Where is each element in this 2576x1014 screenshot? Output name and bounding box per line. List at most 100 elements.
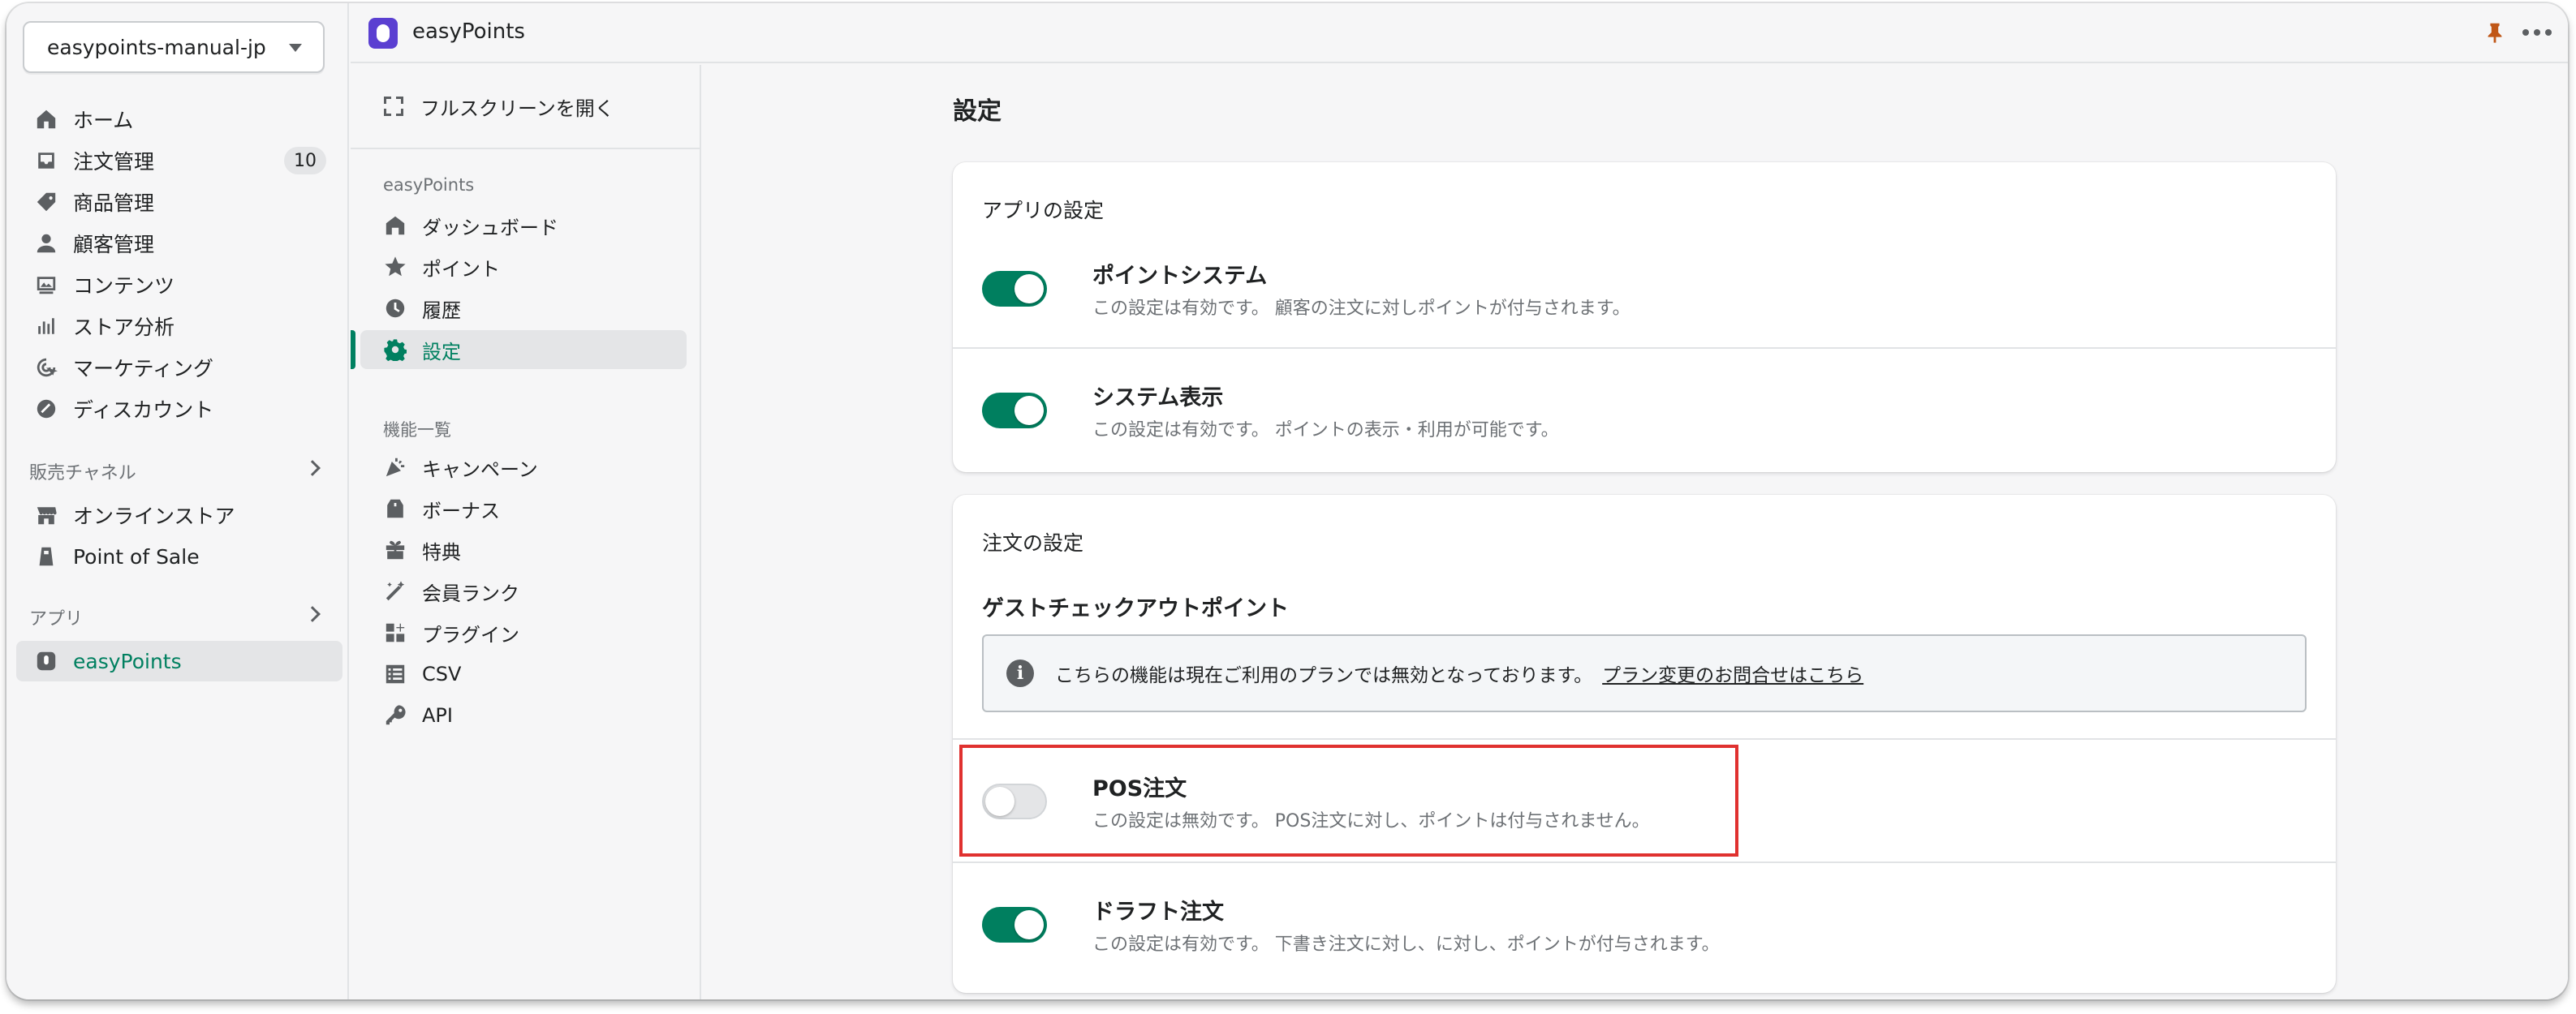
nav-label: ストア分析 (73, 316, 175, 339)
app-nav-csv[interactable]: CSV (360, 655, 687, 694)
app-nav-campaign[interactable]: キャンペーン (360, 448, 687, 487)
plan-notice-banner: i こちらの機能は現在ご利用のプランでは無効となっております。 プラン変更のお問… (982, 634, 2307, 712)
more-options-icon[interactable] (2522, 21, 2552, 44)
app-nav-points[interactable]: ポイント (360, 247, 687, 286)
setting-description: この設定は有効です。 下書き注文に対し、に対し、ポイントが付与されます。 (1092, 935, 1720, 955)
nav-item-online-store[interactable]: オンラインストア (16, 495, 342, 535)
fullscreen-button[interactable]: フルスクリーンを開く (351, 65, 700, 149)
setting-title: ドラフト注文 (1092, 900, 1224, 925)
app-nav-rewards[interactable]: 特典 (360, 531, 687, 569)
apps-label: アプリ (29, 609, 84, 629)
fullscreen-icon (384, 97, 403, 116)
nav-item-content[interactable]: コンテンツ (16, 264, 342, 305)
app-nav-api[interactable]: API (360, 696, 687, 735)
setting-row-point-system: ポイントシステム この設定は有効です。 顧客の注文に対しポイントが付与されます。 (953, 226, 2336, 347)
app-nav-label: プラグイン (422, 623, 519, 647)
nav-item-home[interactable]: ホーム (16, 99, 342, 140)
tag-icon (34, 190, 58, 214)
inbox-icon (34, 148, 58, 173)
list-icon (383, 662, 407, 686)
admin-sidebar: easypoints-manual-jp ホーム 注文管理 10 商品管理 顧客… (6, 3, 349, 999)
app-sidebar: フルスクリーンを開く easyPoints ダッシュボード ポイント 履歴 設定… (351, 65, 701, 999)
home-icon (34, 107, 58, 131)
app-settings-card: アプリの設定 ポイントシステム この設定は有効です。 顧客の注文に対しポイントが… (953, 162, 2336, 472)
features-section-heading: 機能一覧 (383, 420, 451, 440)
active-indicator (351, 330, 355, 369)
app-nav-label: 履歴 (422, 299, 461, 322)
main-content: 設定 アプリの設定 ポイントシステム この設定は有効です。 顧客の注文に対しポイ… (703, 65, 2568, 999)
bar-chart-icon (34, 314, 58, 338)
app-nav-settings[interactable]: 設定 (351, 330, 687, 369)
store-name: easypoints-manual-jp (47, 35, 266, 59)
app-nav-label: 特典 (422, 540, 461, 564)
gift-icon (383, 538, 407, 562)
admin-window: easypoints-manual-jp ホーム 注文管理 10 商品管理 顧客… (6, 3, 2568, 999)
target-icon (34, 355, 58, 380)
nav-item-analytics[interactable]: ストア分析 (16, 306, 342, 346)
nav-item-marketing[interactable]: マーケティング (16, 347, 342, 388)
app-nav-label: CSV (422, 663, 462, 685)
app-title: easyPoints (412, 19, 525, 44)
app-nav-label: 設定 (422, 340, 461, 363)
app-nav-label: 会員ランク (422, 582, 519, 605)
nav-item-customers[interactable]: 顧客管理 (16, 223, 342, 264)
point-system-toggle[interactable] (982, 271, 1047, 307)
app-nav-label: API (422, 704, 453, 727)
dashboard-icon (383, 213, 407, 238)
guest-checkout-title: ゲストチェックアウトポイント (982, 596, 1289, 621)
app-nav-history[interactable]: 履歴 (360, 289, 687, 328)
app-nav-label: キャンペーン (422, 458, 538, 481)
info-icon: i (1006, 660, 1034, 687)
order-settings-heading: 注文の設定 (982, 531, 1084, 555)
setting-description: この設定は有効です。 ポイントの表示・利用が可能です。 (1092, 420, 1559, 440)
image-icon (34, 273, 58, 297)
nav-item-easypoints[interactable]: easyPoints (16, 641, 342, 681)
nav-label: 商品管理 (73, 191, 155, 215)
sales-channels-label: 販売チャネル (29, 463, 136, 483)
app-settings-heading: アプリの設定 (982, 199, 1105, 222)
nav-item-products[interactable]: 商品管理 (16, 182, 342, 222)
party-icon (383, 455, 407, 479)
apps-header[interactable]: アプリ (29, 605, 338, 629)
notice-text: こちらの機能は現在ご利用のプランでは無効となっております。 (1055, 665, 1593, 686)
nav-item-orders[interactable]: 注文管理 10 (16, 140, 342, 181)
pin-icon[interactable] (2483, 21, 2506, 44)
pos-bag-icon (34, 544, 58, 569)
page-title: 設定 (953, 97, 1002, 126)
highlight-box (959, 745, 1738, 857)
gear-icon (383, 337, 407, 362)
draft-orders-toggle[interactable] (982, 907, 1047, 943)
app-nav-label: ボーナス (422, 499, 500, 522)
star-icon (383, 255, 407, 279)
gift-tag-icon (383, 496, 407, 521)
app-nav-plugins[interactable]: プラグイン (360, 613, 687, 652)
setting-title: ポイントシステム (1092, 264, 1268, 289)
nav-label: ディスカウント (73, 398, 214, 422)
app-topbar: easyPoints (351, 3, 2568, 63)
order-settings-card: 注文の設定 ゲストチェックアウトポイント i こちらの機能は現在ご利用のプランで… (953, 495, 2336, 993)
store-selector[interactable]: easypoints-manual-jp (23, 21, 325, 73)
nav-label: ホーム (73, 109, 134, 132)
setting-title: システム表示 (1092, 385, 1224, 410)
nav-item-discounts[interactable]: ディスカウント (16, 389, 342, 429)
apps-icon (383, 621, 407, 645)
easypoints-section-heading: easyPoints (383, 175, 475, 195)
app-nav-bonus[interactable]: ボーナス (360, 489, 687, 528)
app-nav-dashboard[interactable]: ダッシュボード (360, 206, 687, 245)
nav-item-pos[interactable]: Point of Sale (16, 536, 342, 577)
nav-label: Point of Sale (73, 544, 200, 569)
easypoints-icon (34, 649, 58, 673)
chevron-right-icon (304, 460, 321, 476)
person-icon (34, 231, 58, 256)
discount-icon (34, 397, 58, 421)
clock-icon (383, 296, 407, 320)
sales-channels-header[interactable]: 販売チャネル (29, 459, 338, 483)
plan-change-link[interactable]: プラン変更のお問合せはこちら (1602, 660, 1863, 687)
chevron-right-icon (304, 606, 321, 622)
nav-label: オンラインストア (73, 505, 235, 528)
nav-label: コンテンツ (73, 274, 175, 298)
system-display-toggle[interactable] (982, 393, 1047, 428)
caret-down-icon (289, 44, 302, 52)
setting-row-system-display: システム表示 この設定は有効です。 ポイントの表示・利用が可能です。 (953, 349, 2336, 470)
app-nav-member-rank[interactable]: 会員ランク (360, 572, 687, 611)
